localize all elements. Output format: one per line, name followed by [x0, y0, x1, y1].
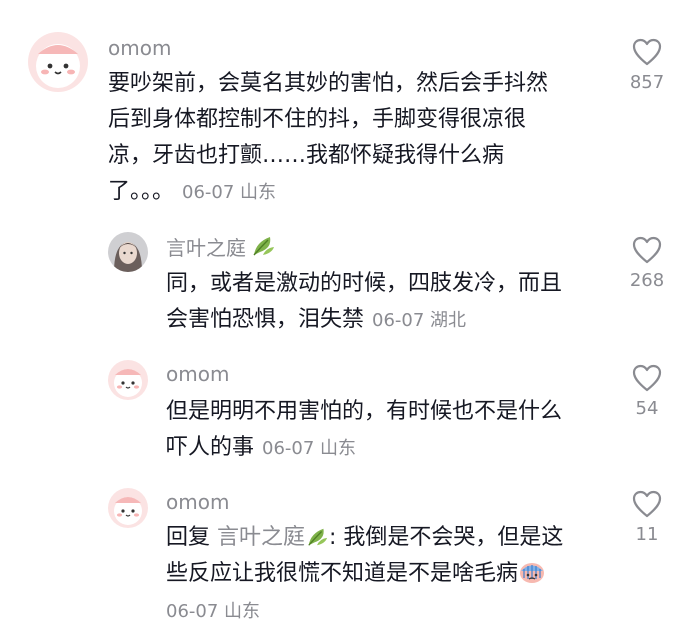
heart-icon [632, 38, 662, 66]
comment-line: 要吵架前，会莫名其妙的害怕，然后会手抖然 [108, 71, 549, 96]
comment-text: 同，或者是激动的时候，四肢发冷，而且 会害怕恐惧，泪失禁 06-07 湖北 [166, 266, 606, 339]
username[interactable]: 言叶之庭 [166, 234, 276, 260]
username[interactable]: omom [166, 490, 229, 514]
leaf-icon [308, 528, 328, 546]
like-count: 54 [635, 398, 659, 419]
avatar[interactable] [108, 232, 148, 272]
comment-text: 回复 言叶之庭 : 我倒是不会哭，但是这 些反应让我很慌不知道是不是啥毛病 [166, 520, 616, 592]
crying-sweat-emoji-icon [520, 563, 545, 583]
like-count: 857 [629, 72, 665, 93]
like-button[interactable]: 268 [620, 236, 674, 292]
leaf-icon [253, 237, 274, 256]
comment-line: 后到身体都控制不住的抖，手脚变得很凉很 [108, 107, 527, 132]
reply-mention[interactable]: 言叶之庭 [217, 525, 305, 550]
comment-line: 凉，牙齿也打颤……我都怀疑我得什么病 [108, 143, 505, 168]
like-count: 268 [629, 270, 665, 291]
comment-line: 会害怕恐惧，泪失禁 [166, 307, 365, 332]
avatar[interactable] [28, 32, 88, 92]
comment-text: 要吵架前，会莫名其妙的害怕，然后会手抖然 后到身体都控制不住的抖，手脚变得很凉很… [108, 66, 598, 211]
comment-meta: 06-07 湖北 [372, 310, 467, 331]
like-button[interactable]: 857 [620, 38, 674, 94]
like-count: 11 [635, 524, 659, 545]
comment-meta: 06-07 山东 [182, 182, 277, 203]
heart-icon [632, 236, 662, 264]
comment-line: 但是明明不用害怕的，有时候也不是什么 [166, 399, 563, 424]
username-text: 言叶之庭 [166, 236, 246, 260]
username[interactable]: omom [108, 36, 171, 60]
reply-prefix: 回复 [166, 525, 211, 550]
username[interactable]: omom [166, 362, 229, 386]
heart-icon [632, 490, 662, 518]
avatar[interactable] [108, 360, 148, 400]
comment-line: 吓人的事 [166, 435, 255, 460]
comment-meta: 06-07 山东 [262, 438, 357, 459]
comment-line: 同，或者是激动的时候，四肢发冷，而且 [166, 271, 563, 296]
comment-line: : 我倒是不会哭，但是这 [329, 525, 564, 550]
comment-line: 了。。。 [108, 179, 175, 204]
comment-meta: 06-07 山东 [166, 601, 261, 622]
like-button[interactable]: 11 [620, 490, 674, 546]
like-button[interactable]: 54 [620, 364, 674, 420]
comment-line: 些反应让我很慌不知道是不是啥毛病 [166, 561, 519, 586]
heart-icon [632, 364, 662, 392]
comment-text: 但是明明不用害怕的，有时候也不是什么 吓人的事 06-07 山东 [166, 394, 606, 467]
avatar[interactable] [108, 488, 148, 528]
